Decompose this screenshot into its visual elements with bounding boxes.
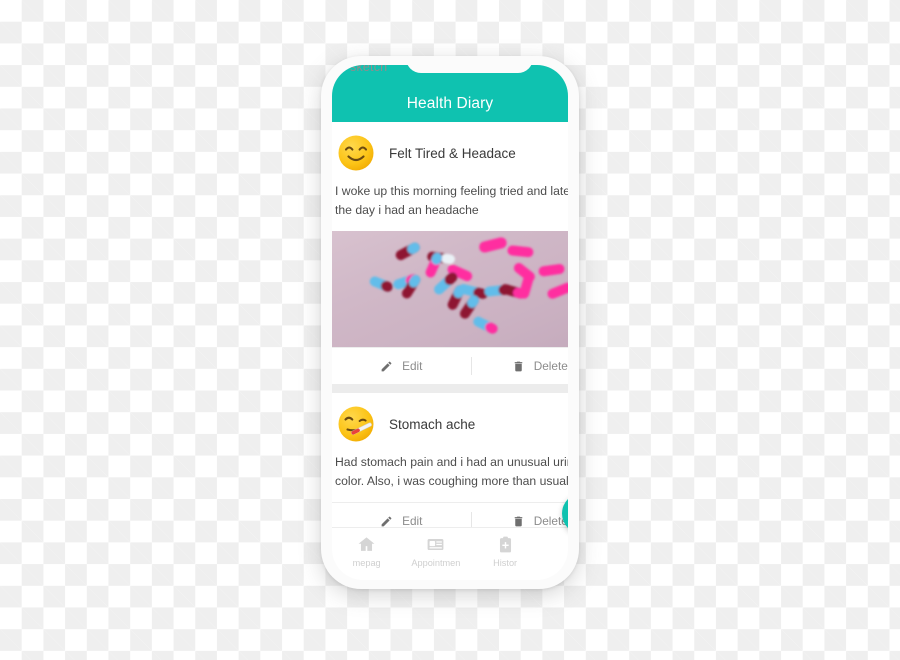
edit-label: Edit — [402, 359, 423, 373]
nav-label-homepage: mepag — [352, 558, 381, 568]
page-title: Health Diary — [406, 95, 494, 112]
edit-label: Edit — [402, 514, 423, 528]
entry-title: Stomach ache — [389, 416, 476, 432]
entry-body-text: Had stomach pain and i had an unusual ur… — [335, 455, 568, 488]
app-header: sketch Health Diary — [332, 65, 568, 122]
phone-screen: sketch Health Diary Felt Tired & Headace… — [332, 65, 568, 580]
diary-entry-card[interactable]: Felt Tired & Headace Ye I woke up this m… — [332, 122, 568, 384]
smiling-face-emoji — [337, 134, 375, 172]
entry-body-text: I woke up this morning feeling tried and… — [335, 184, 568, 217]
pencil-icon — [380, 515, 393, 528]
nav-item-history[interactable]: Histor — [471, 533, 540, 569]
nav-item-appointment[interactable]: Appointmen — [401, 533, 470, 569]
nav-label-appointment: Appointmen — [411, 558, 461, 568]
entry-title: Felt Tired & Headace — [389, 145, 516, 161]
home-icon — [332, 533, 401, 556]
screenshot-stage: sketch Health Diary Felt Tired & Headace… — [0, 0, 900, 660]
sketch-watermark: sketch — [350, 65, 388, 74]
bottom-navigation: mepag Appointmen Histor — [332, 527, 568, 580]
phone-mockup: sketch Health Diary Felt Tired & Headace… — [321, 56, 579, 589]
clipboard-history-icon — [471, 533, 540, 556]
pills-photo[interactable] — [332, 231, 568, 347]
nav-label-diary: Diar — [540, 558, 568, 569]
edit-button[interactable]: Edit — [332, 348, 471, 384]
nav-item-homepage[interactable]: mepag — [332, 533, 401, 569]
entry-header: Stomach ache — [332, 393, 568, 453]
entry-actions: Edit Delete — [332, 347, 568, 384]
nav-item-diary[interactable]: Diar — [540, 533, 568, 569]
phone-notch — [406, 65, 533, 73]
trash-icon — [512, 360, 525, 373]
diary-entry-card[interactable]: Stomach ache Had stomach pain and i had … — [332, 393, 568, 539]
appointment-card-icon — [401, 533, 470, 556]
delete-label: Delete — [533, 359, 568, 373]
diary-heart-document-icon — [540, 533, 568, 556]
app-screen: sketch Health Diary Felt Tired & Headace… — [332, 65, 568, 580]
entry-header: Felt Tired & Headace Ye — [332, 122, 568, 182]
pencil-icon — [380, 360, 393, 373]
face-with-thermometer-emoji — [337, 405, 375, 443]
trash-icon — [512, 515, 525, 528]
diary-entry-list: Felt Tired & Headace Ye I woke up this m… — [332, 122, 568, 539]
nav-label-history: Histor — [493, 558, 518, 568]
delete-button[interactable]: Delete — [471, 348, 569, 384]
action-divider — [470, 357, 472, 375]
